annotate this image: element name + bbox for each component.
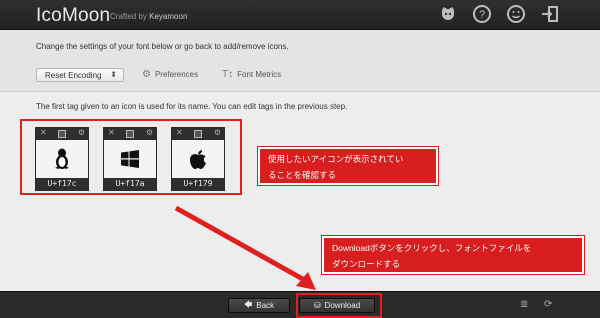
glyph-card[interactable]: ✕ ⚙ U+f17a	[103, 127, 157, 191]
glyph-code: U+f17c	[36, 178, 88, 190]
encoding-select[interactable]: Reset Encoding ⬍	[36, 68, 124, 82]
footer-bar: 🡄 Back ⛁ Download ≣ ⟳	[0, 291, 600, 318]
gear-icon[interactable]: ⚙	[214, 128, 221, 137]
database-icon[interactable]: ≣	[520, 299, 528, 310]
document-icon[interactable]	[194, 130, 202, 138]
header-icons: ?	[438, 4, 560, 24]
document-icon[interactable]	[126, 130, 134, 138]
encoding-select-value: Reset Encoding	[45, 71, 102, 80]
glyph-code: U+f179	[172, 178, 224, 190]
callout-line: Downloadボタンをクリックし、フォントファイルを	[332, 243, 532, 253]
annotation-callout-check-icons: 使用したいアイコンが表示されてい ることを確認する	[257, 146, 439, 186]
font-metrics-button[interactable]: T↕ Font Metrics	[222, 69, 281, 80]
glyph-toolbar: ✕ ⚙	[36, 128, 88, 140]
app-header: IcoMoon Crafted by Keyamoon ?	[0, 0, 600, 30]
apple-icon	[172, 140, 224, 178]
crafted-by: Crafted by Keyamoon	[110, 12, 187, 21]
gear-icon[interactable]: ⚙	[78, 128, 85, 137]
text-height-icon: T↕	[222, 69, 234, 80]
gear-icon[interactable]: ⚙	[146, 128, 153, 137]
glyph-toolbar: ✕ ⚙	[172, 128, 224, 140]
callout-line: ダウンロードする	[332, 259, 401, 269]
settings-intro: Change the settings of your font below o…	[36, 42, 289, 51]
callout-line: 使用したいアイコンが表示されてい	[268, 154, 404, 164]
github-icon[interactable]	[438, 4, 458, 24]
exit-icon[interactable]	[540, 4, 560, 24]
refresh-icon[interactable]: ⟳	[544, 299, 552, 310]
glyph-card[interactable]: ✕ ⚙ U+f179	[171, 127, 225, 191]
arrow-left-icon: 🡄	[243, 299, 253, 309]
font-settings-bar: Change the settings of your font below o…	[0, 30, 600, 92]
download-icon: ⛁	[313, 301, 321, 310]
select-arrows-icon: ⬍	[110, 70, 117, 79]
help-icon[interactable]: ?	[472, 4, 492, 24]
preferences-label: Preferences	[154, 70, 199, 79]
close-icon[interactable]: ✕	[176, 128, 183, 137]
smiley-icon[interactable]	[506, 4, 526, 24]
linux-icon	[36, 140, 88, 178]
glyph-area: The first tag given to an icon is used f…	[0, 93, 600, 291]
tag-notice: The first tag given to an icon is used f…	[36, 102, 348, 111]
back-button[interactable]: 🡄 Back	[228, 298, 290, 313]
back-label: Back	[256, 301, 275, 310]
glyph-toolbar: ✕ ⚙	[104, 128, 156, 140]
download-button[interactable]: ⛁ Download	[299, 298, 375, 313]
windows-icon	[104, 140, 156, 178]
glyph-highlight-box: ✕ ⚙ U+f17c ✕ ⚙ U+f17a ✕ ⚙ U+f179	[20, 119, 242, 195]
document-icon[interactable]	[58, 130, 66, 138]
glyph-code: U+f17a	[104, 178, 156, 190]
crafted-author[interactable]: Keyamoon	[149, 12, 187, 21]
callout-line: ることを確認する	[268, 170, 337, 180]
app-logo[interactable]: IcoMoon	[36, 5, 110, 27]
font-metrics-label: Font Metrics	[237, 70, 282, 79]
download-label: Download	[324, 301, 361, 310]
svg-text:?: ?	[479, 9, 485, 21]
gear-icon: ⚙	[142, 69, 151, 80]
close-icon[interactable]: ✕	[40, 128, 47, 137]
glyph-card[interactable]: ✕ ⚙ U+f17c	[35, 127, 89, 191]
annotation-callout-download: Downloadボタンをクリックし、フォントファイルを ダウンロードする	[321, 235, 585, 275]
close-icon[interactable]: ✕	[108, 128, 115, 137]
crafted-prefix: Crafted by	[110, 12, 147, 21]
preferences-button[interactable]: ⚙ Preferences	[142, 69, 198, 80]
